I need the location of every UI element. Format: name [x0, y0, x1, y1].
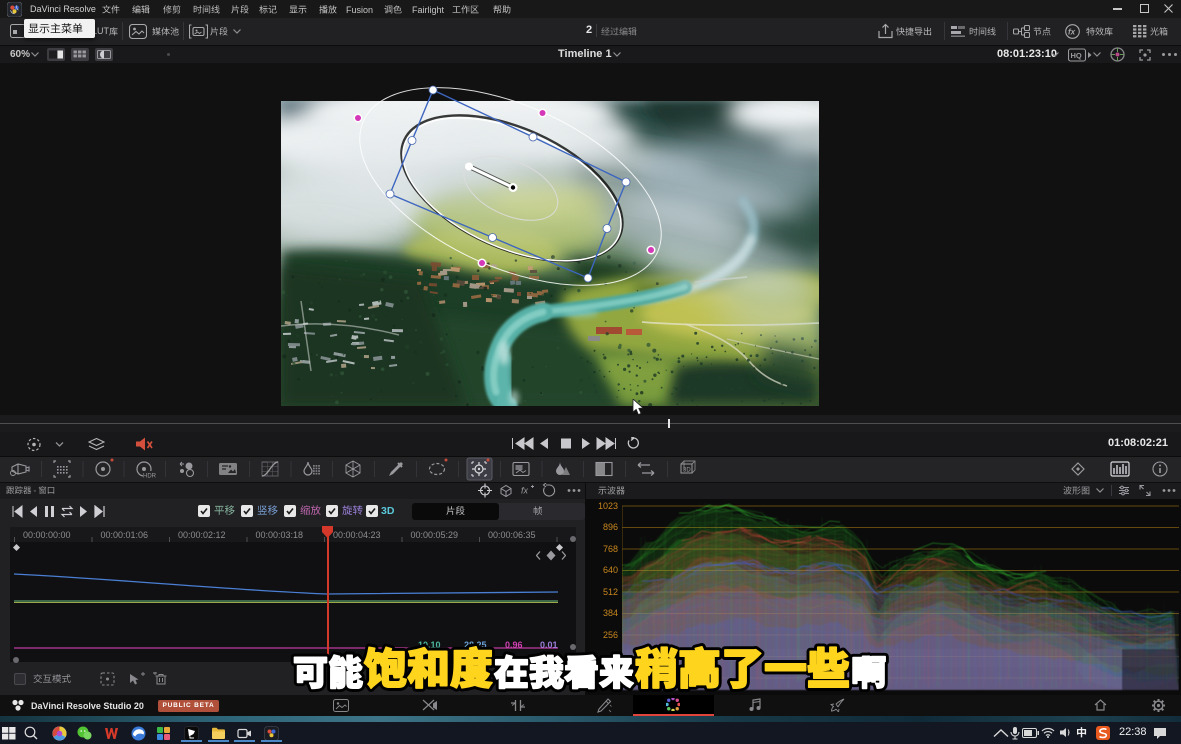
svg-text:HDR: HDR — [143, 474, 157, 480]
svg-text:HQ: HQ — [1071, 51, 1082, 60]
svg-text:fx: fx — [1068, 28, 1076, 37]
svg-text:fx: fx — [521, 486, 529, 496]
svg-text:3D: 3D — [683, 468, 691, 474]
